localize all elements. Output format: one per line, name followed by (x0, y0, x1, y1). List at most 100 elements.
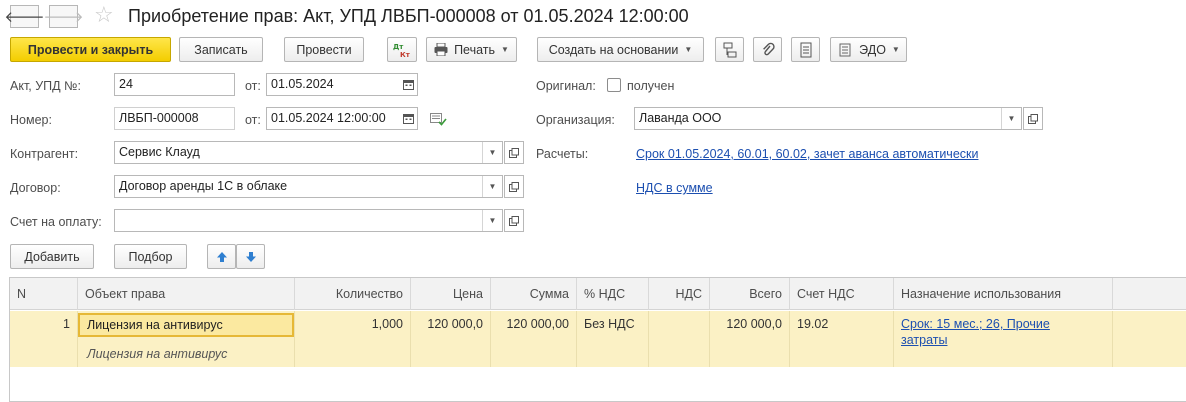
col-price[interactable]: Цена (411, 278, 491, 310)
report-button[interactable] (791, 37, 820, 62)
organization-field[interactable]: Лаванда ООО ▼ (634, 107, 1022, 130)
cell-n[interactable]: 1 (10, 311, 78, 367)
organization-label: Организация: (536, 113, 615, 127)
open-icon[interactable] (504, 175, 524, 198)
open-icon[interactable] (504, 209, 524, 232)
settlements-link[interactable]: Срок 01.05.2024, 60.01, 60.02, зачет ава… (636, 147, 978, 161)
contractor-value: Сервис Клауд (119, 145, 200, 159)
col-n[interactable]: N (10, 278, 78, 310)
number-date-value: 01.05.2024 12:00:00 (271, 111, 386, 125)
original-received-label: получен (627, 79, 675, 93)
attach-button[interactable] (753, 37, 782, 62)
invoice-field[interactable]: ▼ (114, 209, 503, 232)
move-up-button[interactable] (207, 244, 236, 269)
act-date-value: 01.05.2024 (271, 77, 334, 91)
calendar-icon[interactable] (399, 74, 417, 95)
cell-object-sub: Лицензия на антивирус (87, 347, 228, 361)
page-title: Приобретение прав: Акт, УПД ЛВБП-000008 … (128, 6, 689, 26)
chevron-down-icon: ▼ (501, 45, 509, 54)
edo-label: ЭДО (859, 42, 886, 57)
cell-empty (1113, 311, 1186, 367)
arrow-down-icon (245, 251, 256, 262)
purpose-link-line1[interactable]: Срок: 15 мес.; 26, Прочие (901, 317, 1105, 331)
contract-field[interactable]: Договор аренды 1С в облаке ▼ (114, 175, 503, 198)
open-icon[interactable] (504, 141, 524, 164)
chevron-down-icon[interactable]: ▼ (1001, 108, 1021, 129)
move-down-button[interactable] (236, 244, 265, 269)
structure-icon (723, 42, 736, 57)
print-button[interactable]: Печать ▼ (426, 37, 517, 62)
cell-purpose[interactable]: Срок: 15 мес.; 26, Прочие затраты (894, 311, 1113, 367)
chevron-down-icon: ▼ (684, 45, 693, 54)
col-empty (1113, 278, 1186, 310)
act-number-label: Акт, УПД №: (10, 79, 81, 93)
dt-kt-button[interactable]: Дт Кт (387, 37, 417, 62)
col-vat[interactable]: НДС (649, 278, 710, 310)
arrow-left-icon: 🡐 (4, 9, 45, 26)
print-label: Печать (454, 42, 496, 57)
col-vat-account[interactable]: Счет НДС (790, 278, 894, 310)
calendar-icon[interactable] (399, 108, 417, 129)
cell-total[interactable]: 120 000,0 (710, 311, 790, 367)
col-total[interactable]: Всего (710, 278, 790, 310)
cell-vat-account[interactable]: 19.02 (790, 311, 894, 367)
arrow-right-icon: 🡒 (43, 9, 84, 26)
star-icon[interactable]: ☆ (94, 3, 114, 27)
contract-label: Договор: (10, 181, 61, 195)
original-received-checkbox[interactable] (607, 78, 621, 92)
number-field[interactable]: ЛВБП-000008 (114, 107, 235, 130)
cell-qty[interactable]: 1,000 (295, 311, 411, 367)
dt-kt-icon: Дт Кт (393, 43, 411, 59)
edo-button[interactable]: ЭДО ▼ (830, 37, 907, 62)
cell-vat[interactable] (649, 311, 710, 367)
add-row-button[interactable]: Добавить (10, 244, 94, 269)
col-object[interactable]: Объект права (78, 278, 295, 310)
invoice-label: Счет на оплату: (10, 215, 102, 229)
number-date-label: от: (245, 113, 261, 127)
number-date-field[interactable]: 01.05.2024 12:00:00 (266, 107, 418, 130)
settlements-label: Расчеты: (536, 147, 589, 161)
printer-icon (434, 43, 448, 56)
chevron-down-icon[interactable]: ▼ (482, 176, 502, 197)
forward-button[interactable]: 🡒 (43, 5, 84, 28)
act-date-field[interactable]: 01.05.2024 (266, 73, 418, 96)
col-purpose[interactable]: Назначение использования (894, 278, 1113, 310)
create-based-label: Создать на основании (548, 42, 679, 57)
pick-button[interactable]: Подбор (114, 244, 187, 269)
original-label: Оригинал: (536, 79, 596, 93)
col-sum[interactable]: Сумма (491, 278, 577, 310)
cell-price[interactable]: 120 000,0 (411, 311, 491, 367)
col-vat-rate[interactable]: % НДС (577, 278, 649, 310)
purpose-link-line2[interactable]: затраты (901, 333, 1105, 347)
report-icon (800, 42, 811, 57)
table-row[interactable]: 1 Лицензия на антивирус Лицензия на анти… (10, 311, 1186, 367)
post-and-close-button[interactable]: Провести и закрыть (10, 37, 171, 62)
open-icon[interactable] (1023, 107, 1043, 130)
table-header: N Объект права Количество Цена Сумма % Н… (10, 278, 1186, 310)
contractor-field[interactable]: Сервис Клауд ▼ (114, 141, 503, 164)
act-number-field[interactable]: 24 (114, 73, 235, 96)
chevron-down-icon: ▼ (891, 45, 900, 54)
svg-text:Дт: Дт (393, 43, 404, 51)
paperclip-icon (762, 42, 775, 55)
number-label: Номер: (10, 113, 52, 127)
create-based-on-button[interactable]: Создать на основании ▼ (537, 37, 704, 62)
history-icon[interactable] (430, 113, 447, 129)
cell-vat-rate[interactable]: Без НДС (577, 311, 649, 367)
post-button[interactable]: Провести (284, 37, 364, 62)
cell-sum[interactable]: 120 000,00 (491, 311, 577, 367)
arrow-up-icon (216, 251, 227, 262)
svg-text:Кт: Кт (400, 51, 411, 59)
organization-value: Лаванда ООО (639, 111, 722, 125)
vat-link[interactable]: НДС в сумме (636, 181, 713, 195)
save-button[interactable]: Записать (179, 37, 263, 62)
edo-icon (839, 43, 851, 56)
rights-table[interactable]: N Объект права Количество Цена Сумма % Н… (9, 277, 1186, 402)
structure-button[interactable] (715, 37, 744, 62)
cell-object[interactable]: Лицензия на антивирус (78, 313, 294, 337)
act-date-label: от: (245, 79, 261, 93)
back-button[interactable]: 🡐 (4, 5, 45, 28)
chevron-down-icon[interactable]: ▼ (482, 142, 502, 163)
col-qty[interactable]: Количество (295, 278, 411, 310)
chevron-down-icon[interactable]: ▼ (482, 210, 502, 231)
